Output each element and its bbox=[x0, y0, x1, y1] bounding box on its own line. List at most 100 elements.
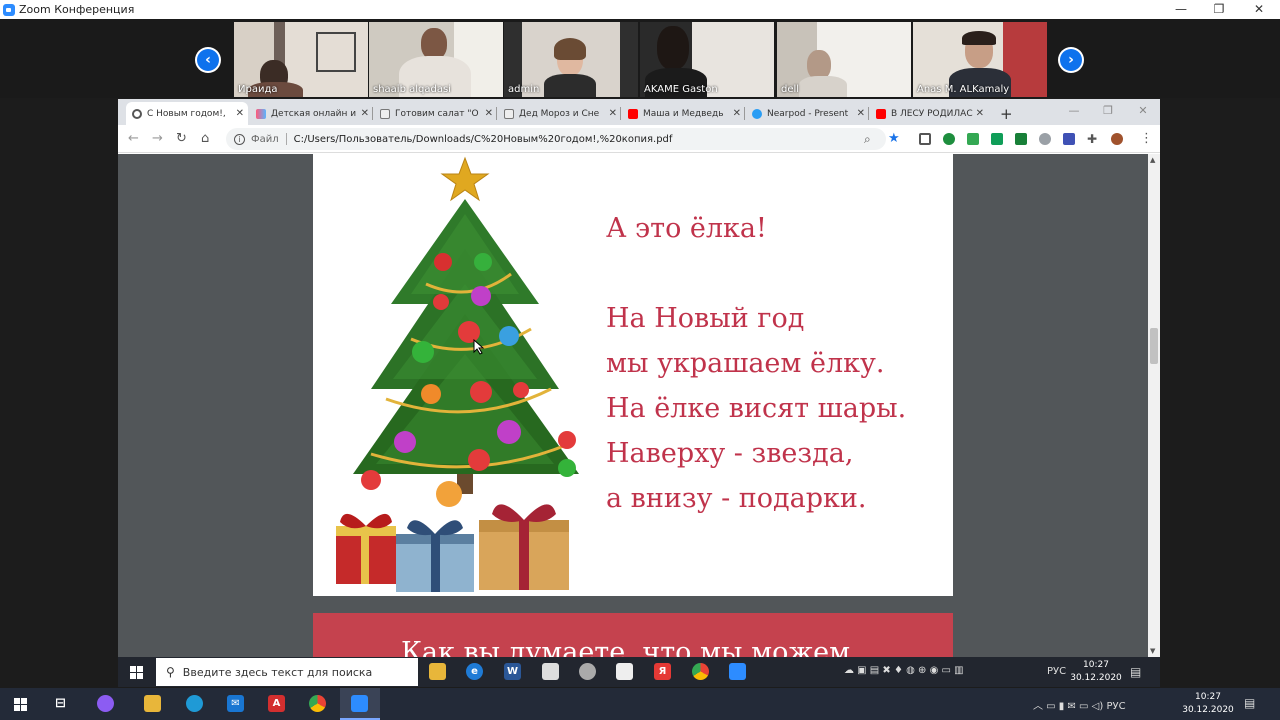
scroll-down-icon[interactable]: ▼ bbox=[1150, 647, 1155, 655]
word-icon[interactable]: W bbox=[504, 663, 521, 680]
poem-text-block: А это ёлка! На Новый год мы украшаем ёлк… bbox=[606, 206, 906, 521]
back-icon[interactable]: ← bbox=[128, 131, 139, 147]
chevron-right-icon: › bbox=[1060, 49, 1082, 71]
pdf-scrollbar[interactable]: ▲ ▼ bbox=[1148, 154, 1160, 657]
youtube-icon bbox=[876, 108, 886, 119]
menu-kebab-icon[interactable]: ⋮ bbox=[1140, 131, 1153, 147]
tab-masha[interactable]: Маша и Медведь ✕ bbox=[622, 102, 745, 125]
participant-tile[interactable]: shaaib alqadasi bbox=[369, 22, 503, 97]
extension-icon[interactable] bbox=[919, 133, 931, 145]
tab-detskaya[interactable]: Детская онлайн и ✕ bbox=[250, 102, 373, 125]
start-button[interactable] bbox=[118, 657, 154, 687]
tab-pdf[interactable]: С Новым годом!, ✕ bbox=[126, 102, 248, 125]
participant-name: AKAME Gaston bbox=[644, 84, 718, 95]
close-tab-icon[interactable]: ✕ bbox=[485, 108, 493, 119]
extension-icon[interactable] bbox=[991, 133, 1003, 145]
pdf-viewer[interactable]: А это ёлка! На Новый год мы украшаем ёлк… bbox=[118, 154, 1148, 657]
scrollbar-thumb[interactable] bbox=[1150, 328, 1158, 364]
bookmark-star-icon[interactable]: ★ bbox=[888, 131, 900, 147]
tab-ded-moroz[interactable]: Дед Мороз и Сне ✕ bbox=[498, 102, 621, 125]
tray-icons[interactable]: ︿ ▭ ▮ ✉ ▭ ◁) РУС bbox=[1033, 697, 1126, 712]
search-icon: ⚲ bbox=[166, 665, 175, 679]
home-icon[interactable]: ⌂ bbox=[201, 131, 209, 147]
nearpod-icon bbox=[752, 108, 762, 119]
chevron-left-icon: ‹ bbox=[197, 49, 219, 71]
tab-label: Детская онлайн и bbox=[271, 108, 357, 119]
app-icon[interactable] bbox=[579, 663, 596, 680]
windows-logo-icon bbox=[129, 665, 143, 679]
language-indicator[interactable]: РУС bbox=[1047, 666, 1066, 680]
browser-close-button[interactable]: ✕ bbox=[1123, 101, 1163, 120]
pdf-next-page: Как вы думаете, что мы можем bbox=[313, 613, 953, 657]
extension-icon[interactable] bbox=[943, 133, 955, 145]
tab-salat[interactable]: Готовим салат "О ✕ bbox=[374, 102, 497, 125]
extension-icon[interactable] bbox=[1039, 133, 1051, 145]
tab-label: Дед Мороз и Сне bbox=[519, 108, 600, 119]
close-tab-icon[interactable]: ✕ bbox=[609, 108, 617, 119]
close-button[interactable]: ✕ bbox=[1239, 0, 1279, 19]
file-explorer-icon[interactable] bbox=[429, 663, 446, 680]
forward-icon[interactable]: → bbox=[152, 131, 163, 147]
poem-line: Наверху - звезда, bbox=[606, 438, 854, 469]
zoom-app-icon[interactable] bbox=[729, 663, 746, 680]
participant-name: Ираида bbox=[238, 84, 278, 95]
address-bar[interactable]: i Файл C:/Users/Пользователь/Downloads/С… bbox=[226, 128, 886, 150]
task-view-icon[interactable]: ⊟ bbox=[52, 695, 69, 712]
extension-icon[interactable] bbox=[967, 133, 979, 145]
chrome-icon[interactable] bbox=[309, 695, 326, 712]
new-tab-button[interactable]: + bbox=[994, 102, 1018, 125]
tab-v-lesu[interactable]: В ЛЕСУ РОДИЛАС ✕ bbox=[870, 102, 988, 125]
zoom-magnifier-icon[interactable]: ⌕ bbox=[864, 131, 871, 147]
gallery-prev-button[interactable]: ‹ bbox=[195, 47, 221, 73]
file-explorer-icon[interactable] bbox=[144, 695, 161, 712]
edge-icon[interactable]: e bbox=[466, 663, 483, 680]
edge-icon[interactable] bbox=[186, 695, 203, 712]
poem-line: а внизу - подарки. bbox=[606, 483, 867, 514]
close-tab-icon[interactable]: ✕ bbox=[361, 108, 369, 119]
app-icon[interactable] bbox=[616, 663, 633, 680]
alice-icon[interactable] bbox=[97, 695, 114, 712]
notifications-icon[interactable]: ▤ bbox=[1244, 696, 1255, 710]
notifications-icon[interactable]: ▤ bbox=[1130, 665, 1141, 679]
info-icon: i bbox=[234, 133, 245, 145]
search-placeholder: Введите здесь текст для поиска bbox=[182, 665, 373, 679]
start-button[interactable] bbox=[0, 689, 40, 719]
taskbar-clock[interactable]: 10:27 30.12.2020 bbox=[1182, 691, 1234, 717]
yandex-icon[interactable]: Я bbox=[654, 663, 671, 680]
minimize-button[interactable]: — bbox=[1161, 0, 1201, 19]
next-page-heading: Как вы думаете, что мы можем bbox=[401, 637, 851, 657]
participant-tile[interactable]: AKAME Gaston bbox=[640, 22, 774, 97]
maximize-button[interactable]: ❐ bbox=[1199, 0, 1239, 19]
participant-tile[interactable]: Anas M. ALKamaly bbox=[913, 22, 1047, 97]
participant-name: admin bbox=[508, 84, 540, 95]
tab-nearpod[interactable]: Nearpod - Present ✕ bbox=[746, 102, 869, 125]
tray-icons[interactable]: ☁ ▣ ▤ ✖ ♦ ◍ ⊕ ◉ ▭ ▥ bbox=[844, 665, 964, 679]
extension-icon[interactable] bbox=[1015, 133, 1027, 145]
participant-tile[interactable]: dell bbox=[777, 22, 911, 97]
close-tab-icon[interactable]: ✕ bbox=[733, 108, 741, 119]
chrome-icon[interactable] bbox=[692, 663, 709, 680]
close-tab-icon[interactable]: ✕ bbox=[857, 108, 865, 119]
participant-tile[interactable]: admin bbox=[504, 22, 638, 97]
close-tab-icon[interactable]: ✕ bbox=[236, 108, 244, 119]
reload-icon[interactable]: ↻ bbox=[176, 131, 187, 147]
zoom-taskbar-item[interactable] bbox=[340, 688, 380, 720]
extension-icon[interactable] bbox=[1063, 133, 1075, 145]
profile-avatar[interactable] bbox=[1111, 133, 1123, 145]
scroll-up-icon[interactable]: ▲ bbox=[1150, 156, 1155, 164]
gallery-next-button[interactable]: › bbox=[1058, 47, 1084, 73]
puzzle-icon[interactable]: ✚ bbox=[1087, 131, 1097, 147]
tab-label: Nearpod - Present bbox=[767, 108, 849, 119]
mouse-cursor-icon bbox=[473, 339, 485, 355]
app-icon[interactable] bbox=[542, 663, 559, 680]
browser-restore-button[interactable]: ❐ bbox=[1088, 101, 1128, 120]
tab-label: Готовим салат "О bbox=[395, 108, 479, 119]
taskbar-search-input[interactable]: ⚲ Введите здесь текст для поиска bbox=[156, 658, 418, 686]
mail-icon[interactable]: ✉ bbox=[227, 695, 244, 712]
acrobat-icon[interactable]: A bbox=[268, 695, 285, 712]
clock-time: 10:27 bbox=[1195, 692, 1221, 702]
tab-label: Маша и Медведь bbox=[643, 108, 724, 119]
taskbar-clock[interactable]: 10:27 30.12.2020 bbox=[1068, 659, 1124, 685]
close-tab-icon[interactable]: ✕ bbox=[976, 108, 984, 119]
participant-tile[interactable]: Ираида bbox=[234, 22, 368, 97]
